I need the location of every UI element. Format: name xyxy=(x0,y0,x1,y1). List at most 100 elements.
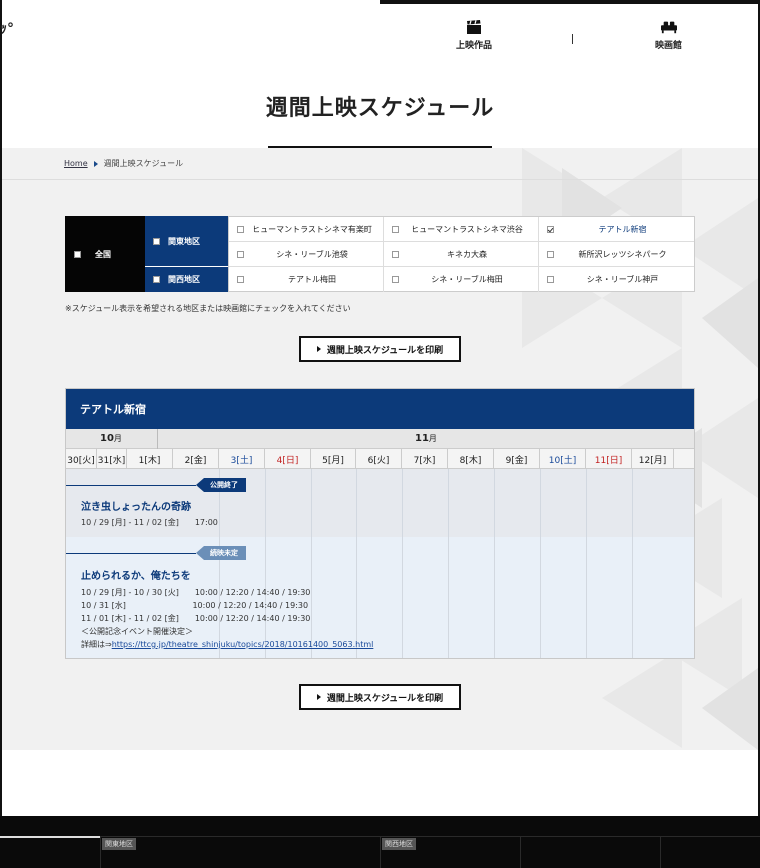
theater-option-label: ヒューマントラストシネマ有楽町 xyxy=(252,224,372,234)
theater-option[interactable]: テアトル梅田 xyxy=(229,267,384,292)
breadcrumb: Home 週間上映スケジュール xyxy=(64,158,183,169)
event-note: ＜公開記念イベント開催決定＞ xyxy=(81,627,193,636)
print-schedule-button-bottom[interactable]: 週間上映スケジュールを印刷 xyxy=(299,684,461,710)
day-header: 2[金] xyxy=(173,449,219,469)
site-logo[interactable]: ｯ° xyxy=(0,18,14,38)
showtime-line: 10 / 31 [水] 10:00 / 12:20 / 14:40 / 19:3… xyxy=(81,601,309,610)
filter-note: ※スケジュール表示を希望される地区または映画館にチェックを入れてください xyxy=(65,304,351,313)
filter-all-nationwide[interactable]: 全国 xyxy=(65,216,145,292)
theater-option-label: シネ・リーブル池袋 xyxy=(276,249,348,259)
day-header: 6[火] xyxy=(356,449,402,469)
checkbox-region-kansai[interactable] xyxy=(153,276,160,283)
footer-tag-kanto[interactable]: 関東地区 xyxy=(102,838,136,850)
filter-region-kansai-label: 関西地区 xyxy=(168,275,200,284)
print-button-label: 週間上映スケジュールを印刷 xyxy=(326,693,444,704)
theater-checkbox[interactable] xyxy=(237,226,244,233)
day-column-line xyxy=(632,469,633,537)
day-column-line xyxy=(586,537,587,658)
filter-region-kanto[interactable]: 関東地区 xyxy=(145,216,228,267)
schedule-table: テアトル新宿 10月 11月 30[火] 31[水] 1[木] 2[金] 3[土] 4[日… xyxy=(65,388,695,659)
theater-option[interactable]: キネカ大森 xyxy=(384,242,539,267)
day-row: 30[火] 31[水] 1[木] 2[金] 3[土] 4[日] 5[月] 6[火] 7[水] 8[… xyxy=(66,449,694,469)
theater-checkbox[interactable] xyxy=(237,251,244,258)
day-header: 3[土] xyxy=(219,449,265,469)
theater-option[interactable]: テアトル新宿 xyxy=(539,217,694,242)
top-bar xyxy=(0,0,760,4)
day-column-line xyxy=(494,469,495,537)
theater-option-label: テアトル梅田 xyxy=(288,275,336,284)
filter-region-kanto-label: 関東地区 xyxy=(168,236,200,246)
day-column-line xyxy=(586,469,587,537)
day-header: 1[木] xyxy=(127,449,173,469)
showtime-line: 10 / 29 [月] - 11 / 02 [金] 17:00 xyxy=(81,518,218,527)
theater-option-label: シネ・リーブル神戸 xyxy=(586,275,659,284)
film-row: 公開終了 泣き虫しょったんの奇跡 10 / 29 [月] - 11 / 02 [… xyxy=(66,469,694,537)
checkbox-region-kanto[interactable] xyxy=(153,237,160,245)
theater-checkbox-grid: ヒューマントラストシネマ有楽町 ヒューマントラストシネマ渋谷 テアトル新宿 シネ… xyxy=(228,216,695,292)
nav-films[interactable]: 上映作品 xyxy=(456,20,492,51)
day-header: 12[月] xyxy=(632,449,674,469)
theater-checkbox[interactable] xyxy=(392,276,399,283)
day-column-line xyxy=(448,469,449,537)
theater-checkbox[interactable] xyxy=(392,226,399,233)
detail-link[interactable]: https://ttcg.jp/theatre_shinjuku/topics/… xyxy=(112,640,374,649)
showtime-line: 11 / 01 [木] - 11 / 02 [金] 10:00 / 12:20 … xyxy=(81,614,311,623)
day-header: 7[水] xyxy=(402,449,448,469)
theater-checkbox-checked[interactable] xyxy=(547,226,554,233)
day-header: 30[火] xyxy=(66,449,97,469)
day-column-line xyxy=(265,469,266,537)
theater-option[interactable]: シネ・リーブル神戸 xyxy=(539,267,694,292)
day-column-line xyxy=(311,469,312,537)
film-title[interactable]: 泣き虫しょったんの奇跡 xyxy=(81,498,191,513)
filter-all-label: 全国 xyxy=(95,249,111,259)
day-header: 5[月] xyxy=(311,449,356,469)
schedule-theater-name: テアトル新宿 xyxy=(66,389,694,429)
theater-checkbox[interactable] xyxy=(392,251,399,258)
clapperboard-icon xyxy=(467,20,481,34)
print-button-label: 週間上映スケジュールを印刷 xyxy=(326,345,444,356)
theater-option[interactable]: ヒューマントラストシネマ有楽町 xyxy=(229,217,384,242)
day-column-line xyxy=(402,537,403,658)
day-header: 9[金] xyxy=(494,449,540,469)
breadcrumb-arrow-icon xyxy=(93,160,98,167)
status-badge: 続映未定 xyxy=(196,546,246,560)
film-row: 続映未定 止められるか、俺たちを 10 / 29 [月] - 10 / 30 [… xyxy=(66,537,694,658)
nav-theaters[interactable]: 映画館 xyxy=(655,20,682,51)
showtime-line: 10 / 29 [月] - 10 / 30 [火] 10:00 / 12:20 … xyxy=(81,588,311,597)
nav-films-label: 上映作品 xyxy=(456,41,493,51)
status-badge: 公開終了 xyxy=(196,478,246,492)
footer: 関東地区 関西地区 xyxy=(0,816,760,868)
sofa-icon xyxy=(660,21,677,34)
film-title[interactable]: 止められるか、俺たちを xyxy=(81,567,191,582)
theater-option[interactable]: ヒューマントラストシネマ渋谷 xyxy=(384,217,539,242)
breadcrumb-home-link[interactable]: Home xyxy=(64,159,88,168)
day-header: 31[水] xyxy=(97,449,127,469)
day-column-line xyxy=(448,537,449,658)
day-column-line xyxy=(494,537,495,658)
day-column-line xyxy=(540,537,541,658)
print-schedule-button-top[interactable]: 週間上映スケジュールを印刷 xyxy=(299,336,461,362)
month-row: 10月 11月 xyxy=(66,429,694,449)
theater-option[interactable]: シネ・リーブル梅田 xyxy=(384,267,539,292)
theater-option[interactable]: 新所沢レッツシネパーク xyxy=(539,242,694,267)
day-header: 11[日] xyxy=(586,449,632,469)
nav-theaters-label: 映画館 xyxy=(655,41,683,51)
theater-option[interactable]: シネ・リーブル池袋 xyxy=(229,242,384,267)
nav-divider xyxy=(572,34,573,44)
theater-option-label: テアトル新宿 xyxy=(598,224,647,234)
day-header: 8[木] xyxy=(448,449,494,469)
theater-checkbox[interactable] xyxy=(237,276,244,283)
theater-checkbox[interactable] xyxy=(547,276,554,283)
theater-checkbox[interactable] xyxy=(547,251,554,258)
detail-line: 詳細は⇒https://ttcg.jp/theatre_shinjuku/top… xyxy=(81,639,373,650)
footer-tag-kansai[interactable]: 関西地区 xyxy=(382,838,416,850)
day-column-line xyxy=(356,469,357,537)
day-column-line xyxy=(540,469,541,537)
filter-region-kansai[interactable]: 関西地区 xyxy=(145,267,228,292)
page-title: 週間上映スケジュール xyxy=(265,96,495,121)
theater-option-label: シネ・リーブル梅田 xyxy=(431,275,503,284)
month-november: 11月 xyxy=(415,433,437,444)
checkbox-all[interactable] xyxy=(74,250,81,258)
film-divider-line xyxy=(66,485,196,486)
film-divider-line xyxy=(66,553,196,554)
